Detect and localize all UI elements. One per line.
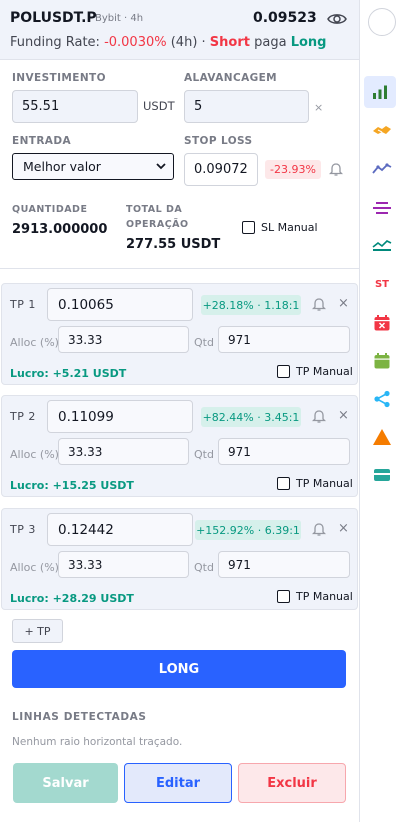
chevron-down-icon [156,163,166,170]
tp-label: TP 2 [10,410,36,423]
tp-label: TP 1 [10,298,36,311]
tp-manual-label: TP Manual [296,365,353,378]
linhas-empty-text: Nenhum raio horizontal traçado. [12,736,183,748]
alloc-input[interactable]: 33.33 [58,326,189,353]
alloc-label: Alloc (%) [10,448,59,461]
calendar-icon[interactable] [368,347,396,375]
alavancagem-input[interactable]: 5 [184,90,309,123]
st-label: ST [374,278,390,290]
short-label: Short [209,35,250,50]
lucro-value: Lucro: +15.25 USDT [10,479,134,492]
horizontal-lines-icon[interactable] [368,194,396,222]
checkbox-box[interactable] [277,590,290,603]
checkbox-box[interactable] [277,477,290,490]
qtd-label: Qtd [194,336,214,349]
bar-chart-icon[interactable] [364,76,396,108]
bell-icon[interactable] [312,296,326,312]
avatar[interactable] [368,8,396,36]
close-icon[interactable]: × [338,296,349,311]
tp-manual-checkbox[interactable]: TP Manual [277,590,353,603]
quantidade-value: 2913.000000 [12,222,108,237]
tp-card-2: TP 2 0.11099 +82.44% · 3.45:1 × Alloc (%… [1,395,358,497]
pays-label: paga [254,35,287,50]
funding-label: Funding Rate: [10,35,100,50]
long-button[interactable]: LONG [12,650,346,688]
card-icon[interactable] [368,461,396,489]
total-value: 277.55 USDT [126,237,221,252]
tp-manual-label: TP Manual [296,477,353,490]
linhas-detectadas-title: LINHAS DETECTADAS [12,711,147,723]
qtd-input[interactable]: 971 [218,326,350,353]
st-indicator-icon[interactable]: ST [368,270,396,298]
alavancagem-label: ALAVANCAGEM [184,72,278,84]
investimento-input[interactable]: 55.51 [12,90,138,123]
close-icon[interactable]: × [338,408,349,423]
alloc-input[interactable]: 33.33 [58,438,189,465]
alloc-label: Alloc (%) [10,336,59,349]
investimento-unit: USDT [143,99,175,113]
tp-price-input[interactable]: 0.11099 [47,400,193,433]
divider [0,268,359,269]
alloc-input[interactable]: 33.33 [58,551,189,578]
qtd-input[interactable]: 971 [218,551,350,578]
sl-manual-checkbox[interactable]: SL Manual [242,221,318,234]
funding-value: -0.0030% [104,35,167,50]
qtd-input[interactable]: 971 [218,438,350,465]
bell-icon[interactable] [329,161,343,177]
alavancagem-unit: × [314,101,324,114]
tp-manual-label: TP Manual [296,590,353,603]
entrada-label: ENTRADA [12,135,71,147]
share-icon[interactable] [368,385,396,413]
eye-icon[interactable] [327,10,347,28]
checkbox-box[interactable] [277,365,290,378]
tp-manual-checkbox[interactable]: TP Manual [277,365,353,378]
entrada-value: Melhor valor [23,159,101,174]
tp-manual-checkbox[interactable]: TP Manual [277,477,353,490]
delete-button[interactable]: Excluir [238,763,346,803]
alloc-label: Alloc (%) [10,561,59,574]
tp-price-input[interactable]: 0.12442 [47,513,193,546]
total-label-1: TOTAL DA [126,204,183,215]
symbol-name: POLUSDT.P [10,10,97,26]
sl-manual-label: SL Manual [261,221,318,234]
funding-period: (4h) · [170,35,206,50]
close-icon[interactable]: × [338,521,349,536]
tp-price-input[interactable]: 0.10065 [47,288,193,321]
current-price: 0.09523 [253,10,317,26]
qtd-label: Qtd [194,561,214,574]
checkbox-box[interactable] [242,221,255,234]
calendar-x-icon[interactable] [368,309,396,337]
bell-icon[interactable] [312,521,326,537]
tp-pct-badge: +82.44% · 3.45:1 [201,407,301,427]
tp-pct-badge: +152.92% · 6.39:1 [195,520,301,540]
lucro-value: Lucro: +28.29 USDT [10,592,134,605]
right-toolbar: ST [360,0,401,822]
bell-icon[interactable] [312,408,326,424]
entrada-select[interactable]: Melhor valor [12,153,174,180]
warning-triangle-icon[interactable] [368,423,396,451]
trade-panel: POLUSDT.P Bybit · 4h 0.09523 Funding Rat… [0,0,360,822]
investimento-label: INVESTIMENTO [12,72,106,84]
quantidade-label: QUANTIDADE [12,204,88,215]
handshake-icon[interactable] [368,116,396,144]
funding-rate: Funding Rate: -0.0030% (4h) · Short paga… [10,35,326,50]
exchange-timeframe: Bybit · 4h [95,13,144,24]
trend-line-icon[interactable] [368,155,396,183]
qtd-label: Qtd [194,448,214,461]
area-chart-icon[interactable] [368,232,396,260]
lucro-value: Lucro: +5.21 USDT [10,367,127,380]
header: POLUSDT.P Bybit · 4h 0.09523 Funding Rat… [0,0,359,60]
stop-loss-input[interactable]: 0.09072 [184,153,258,186]
stop-loss-label: STOP LOSS [184,135,253,147]
stop-loss-pct: -23.93% [265,160,321,179]
tp-label: TP 3 [10,523,36,536]
tp-pct-badge: +28.18% · 1.18:1 [201,295,301,315]
edit-button[interactable]: Editar [124,763,232,803]
add-tp-button[interactable]: + TP [12,619,63,643]
save-button[interactable]: Salvar [13,763,118,803]
tp-card-3: TP 3 0.12442 +152.92% · 6.39:1 × Alloc (… [1,508,358,610]
long-label: Long [290,35,327,50]
tp-card-1: TP 1 0.10065 +28.18% · 1.18:1 × Alloc (%… [1,283,358,385]
total-label-2: OPERAÇÃO [126,219,189,230]
